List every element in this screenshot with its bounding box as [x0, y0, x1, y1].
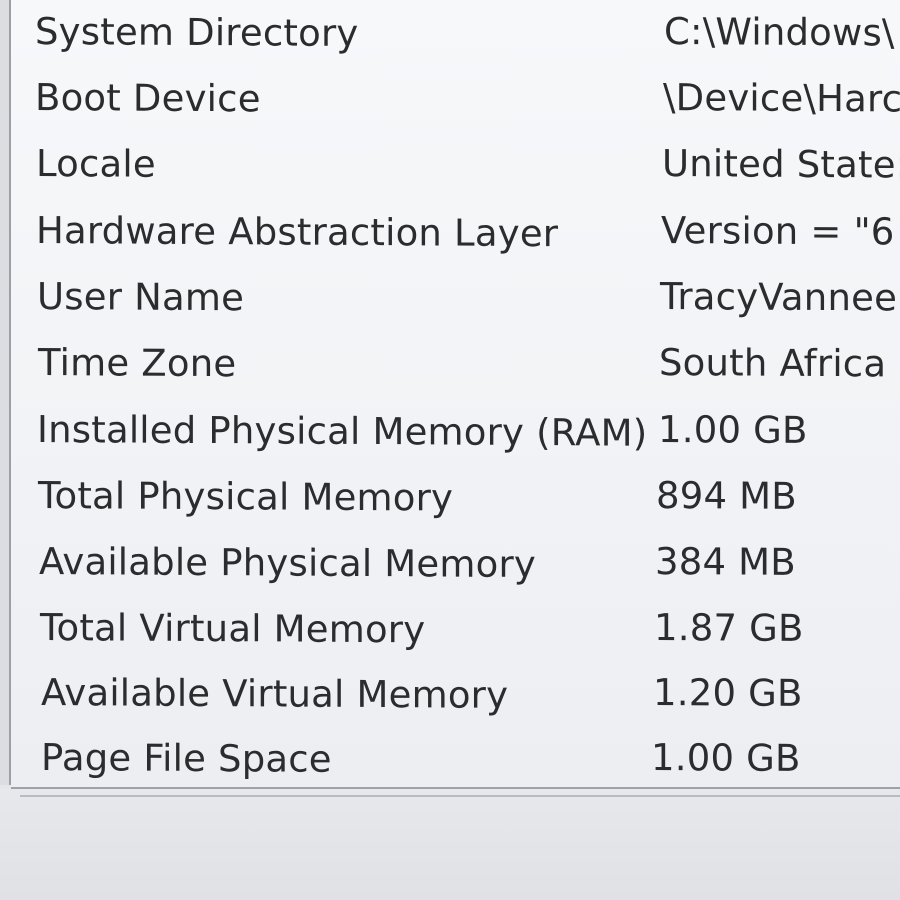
item-value: 384 MB: [655, 540, 796, 584]
item-label: Available Physical Memory: [39, 540, 536, 587]
item-label: Total Virtual Memory: [40, 606, 426, 652]
list-row-user-name[interactable]: User Name TracyVannee: [11, 265, 900, 329]
list-row-hardware-abstraction-layer[interactable]: Hardware Abstraction Layer Version = "6: [11, 199, 900, 263]
item-label: Time Zone: [38, 341, 237, 386]
item-value: South Africa: [659, 341, 887, 386]
item-value: TracyVannee: [660, 275, 898, 320]
item-label: Installed Physical Memory (RAM): [37, 408, 648, 455]
list-row-boot-device[interactable]: Boot Device \Device\Harc: [11, 66, 900, 130]
item-value: 1.20 GB: [653, 671, 803, 715]
list-row-installed-physical-memory[interactable]: Installed Physical Memory (RAM) 1.00 GB: [11, 398, 900, 462]
list-row-locale[interactable]: Locale United State:: [11, 132, 900, 196]
item-label: Page File Space: [41, 736, 332, 781]
item-label: System Directory: [35, 10, 359, 55]
list-row-system-directory[interactable]: System Directory C:\Windows\: [11, 0, 900, 64]
list-row-time-zone[interactable]: Time Zone South Africa: [11, 331, 900, 395]
system-information-window: System Directory C:\Windows\ Boot Device…: [0, 0, 900, 900]
item-value: 894 MB: [656, 474, 797, 518]
list-row-available-virtual-memory[interactable]: Available Virtual Memory 1.20 GB: [11, 661, 900, 725]
item-value: 1.00 GB: [658, 408, 808, 452]
item-value: United State:: [662, 142, 900, 187]
status-area: [0, 789, 900, 900]
item-value: 1.00 GB: [651, 736, 801, 780]
item-label: User Name: [37, 275, 245, 320]
list-row-total-virtual-memory[interactable]: Total Virtual Memory 1.87 GB: [11, 596, 900, 660]
item-value: 1.87 GB: [654, 606, 804, 650]
item-label: Available Virtual Memory: [41, 671, 509, 717]
item-value: \Device\Harc: [663, 76, 900, 121]
list-row-available-physical-memory[interactable]: Available Physical Memory 384 MB: [11, 530, 900, 594]
item-value: C:\Windows\: [664, 10, 895, 55]
item-label: Hardware Abstraction Layer: [36, 209, 559, 256]
item-label: Boot Device: [35, 76, 261, 121]
list-row-page-file-space[interactable]: Page File Space 1.00 GB: [11, 726, 900, 790]
status-divider: [20, 795, 900, 797]
system-summary-list[interactable]: System Directory C:\Windows\ Boot Device…: [11, 0, 900, 789]
list-row-total-physical-memory[interactable]: Total Physical Memory 894 MB: [11, 464, 900, 528]
item-label: Locale: [36, 142, 156, 186]
left-pane-border: [0, 0, 11, 785]
item-value: Version = "6: [661, 209, 895, 254]
item-label: Total Physical Memory: [38, 474, 454, 520]
